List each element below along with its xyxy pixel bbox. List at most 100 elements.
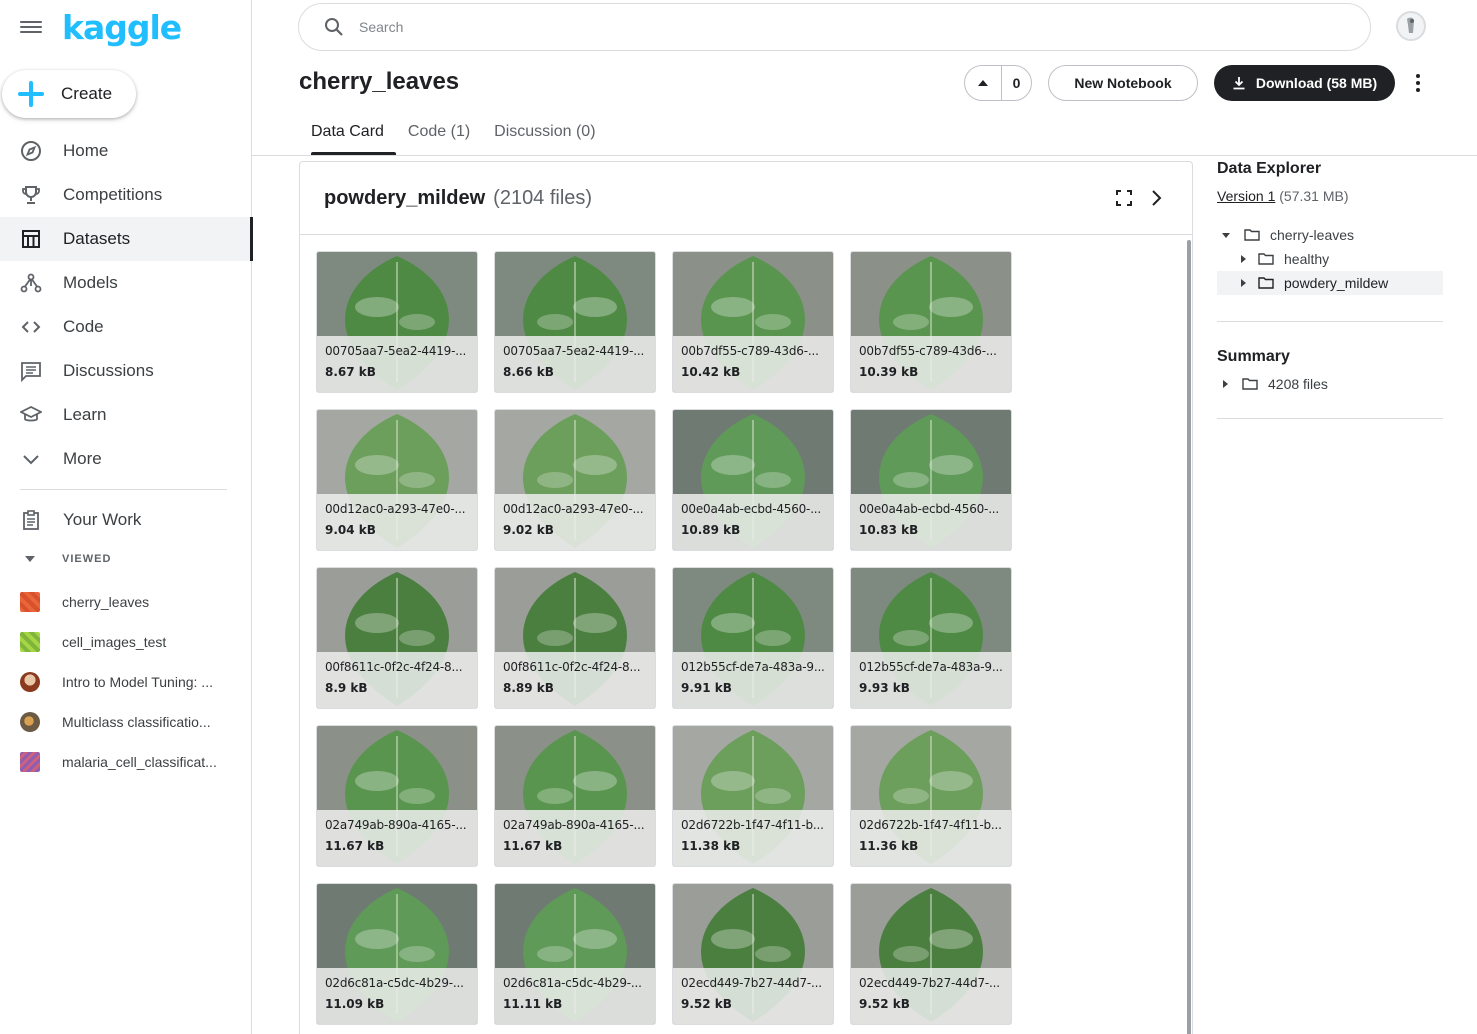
tree-node-powdery-mildew[interactable]: powdery_mildew (1217, 271, 1443, 295)
file-card[interactable]: 00e0a4ab-ecbd-4560-... 10.83 kB (850, 409, 1012, 551)
file-card[interactable]: 00f8611c-0f2c-4f24-8... 8.9 kB (316, 567, 478, 709)
nav-datasets[interactable]: Datasets (0, 217, 253, 261)
file-name: 00d12ac0-a293-47e0-... (325, 502, 466, 516)
version-link[interactable]: Version 1 (1217, 188, 1275, 204)
file-card[interactable]: 00f8611c-0f2c-4f24-8... 8.89 kB (494, 567, 656, 709)
file-meta: 00b7df55-c789-43d6-... 10.39 kB (851, 336, 1011, 392)
summary-files-row[interactable]: 4208 files (1217, 372, 1443, 396)
file-size: 8.66 kB (503, 365, 554, 379)
new-notebook-button[interactable]: New Notebook (1048, 65, 1198, 101)
user-avatar (20, 672, 40, 692)
recent-item-cell-images-test[interactable]: cell_images_test (0, 622, 252, 662)
file-card[interactable]: 02d6722b-1f47-4f11-b... 11.36 kB (850, 725, 1012, 867)
file-meta: 00f8611c-0f2c-4f24-8... 8.9 kB (317, 652, 477, 708)
tab-code[interactable]: Code (1) (396, 110, 482, 153)
recent-item-multiclass[interactable]: Multiclass classificatio... (0, 702, 252, 742)
nav-learn[interactable]: Learn (0, 393, 252, 437)
file-card[interactable]: 02a749ab-890a-4165-... 11.67 kB (494, 725, 656, 867)
caret-right-icon[interactable] (1241, 279, 1246, 287)
create-button[interactable]: Create (2, 70, 136, 118)
file-grid: 00705aa7-5ea2-4419-... 8.67 kB 00705aa7-5e… (316, 251, 1012, 1025)
file-card[interactable]: 00b7df55-c789-43d6-... 10.39 kB (850, 251, 1012, 393)
nav-your-work[interactable]: Your Work (0, 498, 252, 542)
dataset-thumbnail (20, 752, 40, 772)
recent-item-label: cell_images_test (62, 634, 167, 650)
summary-divider (1217, 418, 1443, 419)
caret-down-icon[interactable] (1222, 232, 1230, 238)
tree-node-cherry-leaves[interactable]: cherry-leaves (1217, 223, 1443, 247)
file-size: 11.11 kB (503, 997, 563, 1011)
file-name: 02a749ab-890a-4165-... (325, 818, 467, 832)
file-meta: 012b55cf-de7a-483a-9... 9.93 kB (851, 652, 1011, 708)
file-size: 8.67 kB (325, 365, 376, 379)
file-meta: 00e0a4ab-ecbd-4560-... 10.89 kB (673, 494, 833, 550)
file-card[interactable]: 00705aa7-5ea2-4419-... 8.67 kB (316, 251, 478, 393)
file-card[interactable]: 02ecd449-7b27-44d7-... 9.52 kB (850, 883, 1012, 1025)
file-card[interactable]: 00b7df55-c789-43d6-... 10.42 kB (672, 251, 834, 393)
recent-item-label: malaria_cell_classificat... (62, 754, 217, 770)
nav-label: Models (63, 273, 118, 292)
tree-node-label: healthy (1284, 251, 1330, 267)
nav-code[interactable]: Code (0, 305, 252, 349)
kaggle-logo[interactable]: kaggle (62, 8, 182, 47)
caret-right-icon[interactable] (1223, 380, 1228, 388)
nav-models[interactable]: Models (0, 261, 252, 305)
upvote-button[interactable] (965, 66, 1001, 100)
summary-title: Summary (1217, 348, 1290, 365)
search-input[interactable] (359, 19, 1259, 35)
file-count: (2104 files) (493, 186, 593, 209)
file-card[interactable]: 00705aa7-5ea2-4419-... 8.66 kB (494, 251, 656, 393)
download-button[interactable]: Download (58 MB) (1214, 65, 1395, 101)
search-bar[interactable] (298, 3, 1371, 51)
dataset-thumbnail (20, 592, 40, 612)
nav-label: More (63, 449, 102, 468)
tree-node-healthy[interactable]: healthy (1217, 247, 1443, 271)
explorer-divider (1217, 321, 1443, 322)
file-name: 00705aa7-5ea2-4419-... (503, 344, 645, 358)
file-card[interactable]: 00d12ac0-a293-47e0-... 9.02 kB (494, 409, 656, 551)
file-card[interactable]: 00d12ac0-a293-47e0-... 9.04 kB (316, 409, 478, 551)
menu-icon[interactable] (20, 18, 42, 36)
nav-competitions[interactable]: Competitions (0, 173, 252, 217)
caret-right-icon[interactable] (1241, 255, 1246, 263)
tab-bar: Data Card Code (1) Discussion (0) (299, 110, 608, 155)
recent-item-intro-model-tuning[interactable]: Intro to Model Tuning: ... (0, 662, 252, 702)
profile-icon (1407, 17, 1414, 33)
nav-discussions[interactable]: Discussions (0, 349, 252, 393)
caret-up-icon (978, 80, 988, 86)
user-avatar-button[interactable] (1396, 11, 1426, 41)
vote-count: 0 (1012, 75, 1021, 91)
file-card[interactable]: 012b55cf-de7a-483a-9... 9.91 kB (672, 567, 834, 709)
nav-label: Your Work (63, 510, 142, 529)
nav-label: Competitions (63, 185, 163, 204)
recent-item-cherry-leaves[interactable]: cherry_leaves (0, 582, 252, 622)
file-card[interactable]: 02a749ab-890a-4165-... 11.67 kB (316, 725, 478, 867)
chevron-down-icon (20, 448, 42, 470)
file-card[interactable]: 02d6c81a-c5dc-4b29-... 11.09 kB (316, 883, 478, 1025)
file-card[interactable]: 012b55cf-de7a-483a-9... 9.93 kB (850, 567, 1012, 709)
file-card[interactable]: 02ecd449-7b27-44d7-... 9.52 kB (672, 883, 834, 1025)
file-size: 11.36 kB (859, 839, 919, 853)
recent-item-malaria[interactable]: malaria_cell_classificat... (0, 742, 252, 782)
scrollbar[interactable] (1187, 240, 1191, 1034)
file-card[interactable]: 02d6c81a-c5dc-4b29-... 11.11 kB (494, 883, 656, 1025)
viewed-toggle[interactable]: VIEWED (20, 553, 111, 565)
fullscreen-icon[interactable] (1115, 189, 1133, 207)
file-size: 10.42 kB (681, 365, 741, 379)
file-card[interactable]: 00e0a4ab-ecbd-4560-... 10.89 kB (672, 409, 834, 551)
file-card[interactable]: 02d6722b-1f47-4f11-b... 11.38 kB (672, 725, 834, 867)
tab-data-card[interactable]: Data Card (299, 110, 396, 155)
nav-home[interactable]: Home (0, 129, 252, 173)
more-options-icon[interactable] (1408, 71, 1428, 95)
file-name: 00b7df55-c789-43d6-... (681, 344, 819, 358)
data-explorer: Data Explorer Version 1 (57.31 MB) cherr… (1217, 160, 1443, 419)
nav-label: Discussions (63, 361, 154, 380)
nav-label: Learn (63, 405, 107, 424)
file-size: 9.52 kB (859, 997, 910, 1011)
file-name: 02ecd449-7b27-44d7-... (681, 976, 822, 990)
tab-discussion[interactable]: Discussion (0) (482, 110, 607, 153)
chevron-right-icon[interactable] (1150, 188, 1164, 208)
file-size: 8.89 kB (503, 681, 554, 695)
file-meta: 012b55cf-de7a-483a-9... 9.91 kB (673, 652, 833, 708)
nav-more[interactable]: More (0, 437, 252, 481)
